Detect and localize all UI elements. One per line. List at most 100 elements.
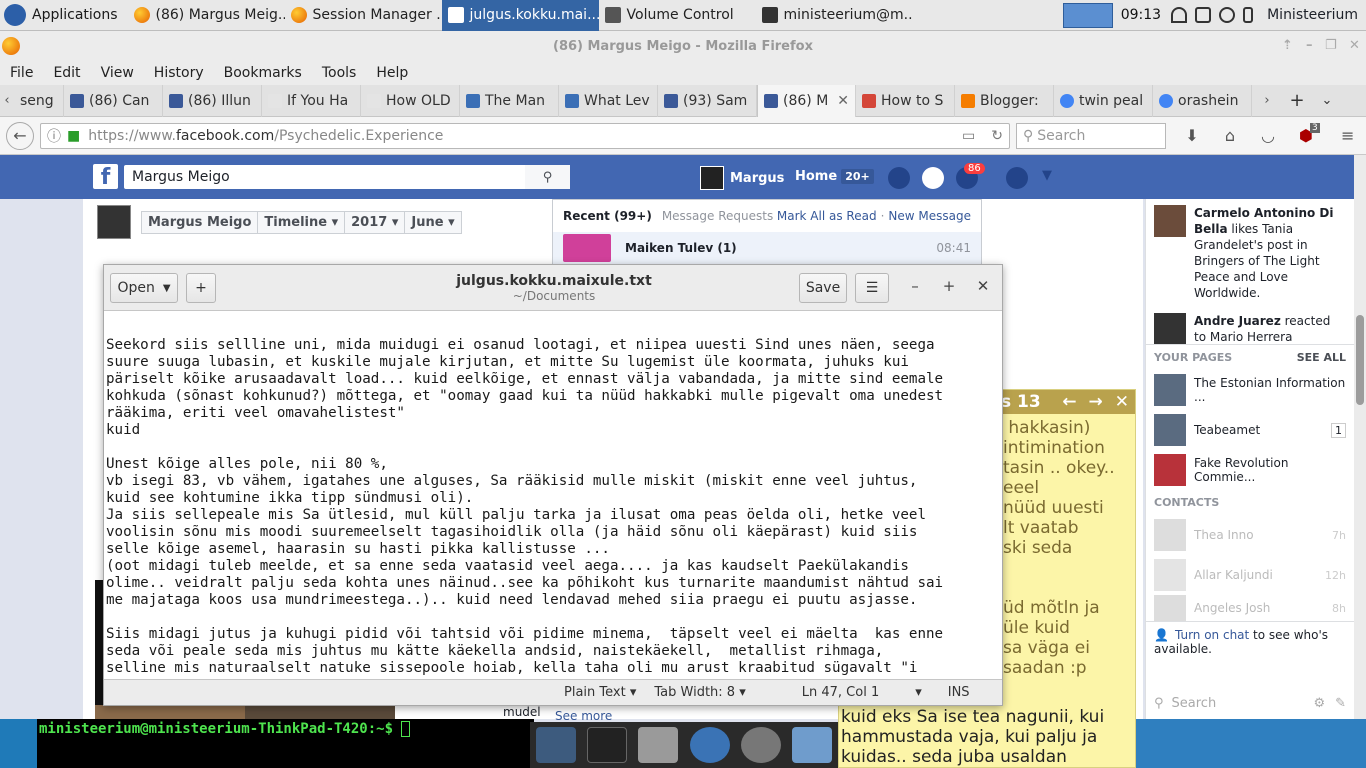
notes-icon[interactable] [1195, 7, 1212, 23]
tab[interactable]: Blogger: [955, 84, 1054, 117]
close-tab-icon[interactable]: ✕ [837, 93, 849, 109]
tab[interactable]: twin peal [1054, 84, 1153, 117]
reader-view-icon[interactable]: ▭ [962, 128, 975, 144]
back-icon[interactable]: ← [6, 121, 34, 150]
taskbar-item-session-manager[interactable]: Session Manager ... [285, 0, 442, 31]
tab[interactable]: What Lev [559, 84, 658, 117]
minimize-icon[interactable]: – [1306, 38, 1313, 53]
hamburger-menu-button[interactable]: ☰ [855, 273, 889, 303]
page-scrollbar[interactable] [1354, 155, 1366, 719]
workspace-switcher[interactable] [1062, 2, 1113, 28]
web-browser-icon[interactable] [689, 727, 730, 763]
taskbar-item-firefox[interactable]: (86) Margus Meig... [128, 0, 285, 31]
menu-tools[interactable]: Tools [312, 65, 367, 81]
editor-text-area[interactable]: Seekord siis sellline uni, mida muidugi … [104, 312, 1002, 680]
messenger-icon[interactable] [922, 167, 944, 189]
message-thread[interactable]: Maiken Tulev (1) 08:41 [553, 232, 981, 264]
timeline-dropdown[interactable]: Timeline ▾ [257, 210, 346, 234]
tab[interactable]: The Man [460, 84, 559, 117]
next-icon[interactable]: → [1089, 392, 1103, 412]
message-requests-tab[interactable]: Message Requests [662, 209, 773, 223]
chat-search-input[interactable]: ⚲ Search ⚙ ✎ [1154, 691, 1346, 715]
info-icon[interactable]: ⓘ [47, 126, 61, 146]
help-icon[interactable] [1006, 167, 1028, 189]
facebook-search-input[interactable]: Margus Meigo [124, 165, 570, 189]
save-button[interactable]: Save [799, 273, 847, 303]
page-item[interactable]: Teabeamet 1 [1146, 410, 1354, 450]
close-icon[interactable]: ✕ [1349, 38, 1360, 53]
tab[interactable]: How OLD [361, 84, 460, 117]
files-icon[interactable] [792, 727, 833, 763]
tab-active[interactable]: (86) M ✕ [757, 84, 856, 117]
new-tab-button[interactable]: + [186, 273, 216, 303]
applications-menu-button[interactable]: Applications [0, 0, 128, 31]
scrollbar-thumb[interactable] [1356, 315, 1364, 405]
home-link[interactable]: Home 20+ [795, 169, 874, 184]
page-item[interactable]: The Estonian Information ... [1146, 370, 1354, 410]
menu-bookmarks[interactable]: Bookmarks [214, 65, 312, 81]
hamburger-menu-icon[interactable]: ≡ [1334, 122, 1362, 150]
turn-on-chat-link[interactable]: Turn on chat [1175, 628, 1249, 642]
pocket-icon[interactable]: ◡ [1254, 122, 1282, 150]
settings-gear-icon[interactable]: ⚙ [1313, 696, 1325, 711]
see-all-link[interactable]: SEE ALL [1297, 351, 1346, 364]
mark-all-read-link[interactable]: Mark All as Read [777, 209, 877, 223]
compose-icon[interactable]: ✎ [1335, 696, 1346, 711]
previous-icon[interactable]: ← [1062, 392, 1076, 412]
search-icon[interactable]: ⚲ [525, 165, 570, 189]
volume-icon[interactable] [1219, 7, 1236, 23]
user-menu[interactable]: Ministeerium [1267, 7, 1358, 23]
open-button[interactable]: Open ▼ [110, 273, 178, 303]
home-folder-icon[interactable] [638, 727, 679, 763]
close-icon[interactable]: ✕ [1115, 392, 1129, 412]
minimize-icon[interactable]: – [903, 277, 927, 299]
tab[interactable]: (86) Can [64, 84, 163, 117]
ticker-item[interactable]: Andre Juarez reacted to Mario Herrera Az… [1146, 307, 1354, 345]
menu-help[interactable]: Help [366, 65, 418, 81]
tab[interactable]: orashein [1153, 84, 1252, 117]
tab-width-selector[interactable]: Tab Width: 8 ▾ [654, 685, 745, 700]
search-box[interactable]: ⚲ Search [1016, 122, 1166, 149]
profile-name-button[interactable]: Margus Meigo [141, 210, 259, 234]
reload-icon[interactable]: ↻ [991, 128, 1003, 144]
tab[interactable]: How to S [856, 84, 955, 117]
keep-above-icon[interactable]: ⇡ [1282, 38, 1293, 53]
downloads-icon[interactable]: ⬇ [1178, 122, 1206, 150]
tab[interactable]: (86) Illun [163, 84, 262, 117]
show-desktop-icon[interactable] [535, 727, 576, 763]
taskbar-item-volume-control[interactable]: Volume Control [599, 0, 756, 31]
search-icon[interactable] [740, 727, 781, 763]
profile-link[interactable]: Margus [700, 166, 784, 190]
terminal-icon[interactable] [586, 727, 627, 763]
maximize-icon[interactable]: ❐ [1325, 38, 1337, 53]
recent-tab[interactable]: Recent (99+) [563, 209, 652, 223]
clock[interactable]: 09:13 [1121, 7, 1161, 23]
maximize-icon[interactable]: + [937, 277, 961, 299]
tab[interactable]: If You Ha [262, 84, 361, 117]
list-tabs-icon[interactable]: ⌄ [1312, 93, 1342, 108]
taskbar-item-gedit[interactable]: julgus.kokku.mai... [441, 0, 599, 31]
contact-item[interactable]: Allar Kaljundi 12h [1146, 555, 1354, 595]
url-bar[interactable]: ⓘ ■ https://www. facebook.com/Psychedelic… [40, 122, 1010, 149]
facebook-logo-icon[interactable]: f [93, 164, 118, 190]
insert-mode-indicator[interactable]: INS [948, 685, 970, 700]
year-dropdown[interactable]: 2017 ▾ [344, 210, 406, 234]
contact-item[interactable]: Thea Inno 7h [1146, 515, 1354, 555]
cursor-position-selector[interactable]: Ln 47, Col 1 ▾ [802, 685, 922, 700]
see-more-link[interactable]: See more [555, 709, 612, 723]
menu-view[interactable]: View [91, 65, 144, 81]
menu-history[interactable]: History [144, 65, 214, 81]
home-icon[interactable]: ⌂ [1216, 122, 1244, 150]
terminal-window[interactable]: ministeerium@ministeerium-ThinkPad-T420:… [37, 719, 534, 768]
battery-icon[interactable] [1243, 7, 1254, 23]
avatar[interactable] [97, 205, 131, 239]
menu-edit[interactable]: Edit [43, 65, 90, 81]
ticker-item[interactable]: Carmelo Antonino Di Bella likes Tania Gr… [1146, 199, 1354, 307]
page-item[interactable]: Fake Revolution Commie... [1146, 450, 1354, 490]
friend-requests-icon[interactable] [888, 167, 910, 189]
contact-item[interactable]: Angeles Josh 8h [1146, 595, 1354, 621]
account-menu-icon[interactable]: ▼ [1042, 168, 1052, 183]
scroll-tabs-left-icon[interactable]: ‹ [0, 93, 14, 108]
close-icon[interactable]: ✕ [971, 277, 995, 299]
menu-file[interactable]: File [0, 65, 43, 81]
